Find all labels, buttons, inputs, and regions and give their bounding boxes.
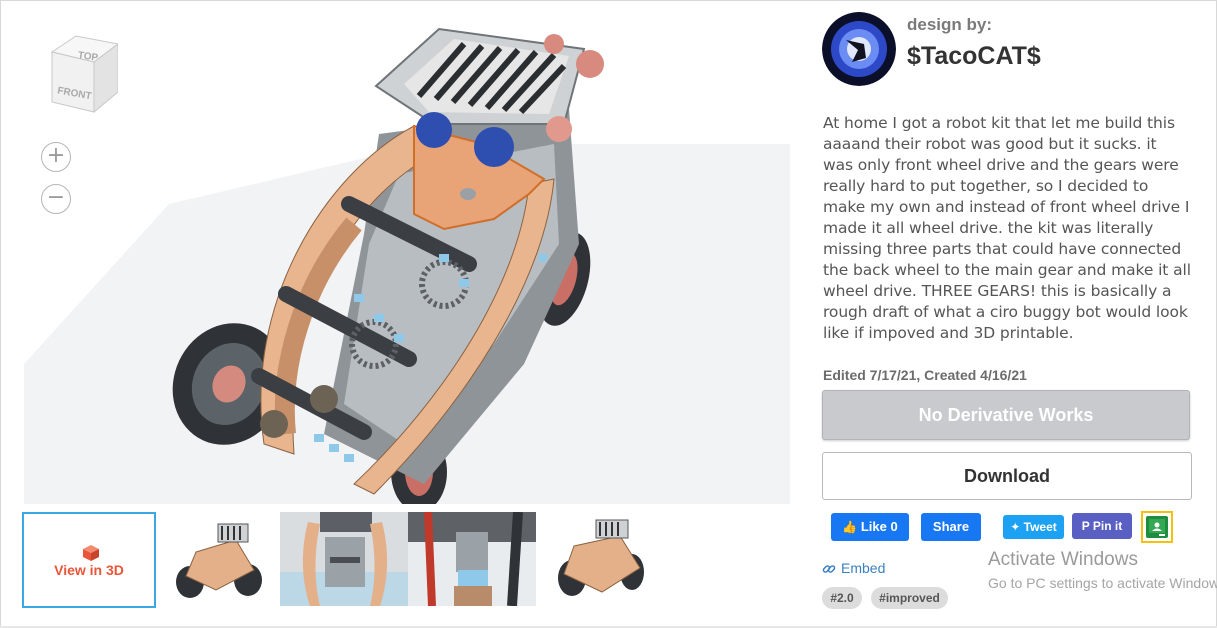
activate-windows-watermark-subtitle: Go to PC settings to activate Windows. bbox=[988, 575, 1217, 591]
cube-icon bbox=[83, 545, 99, 561]
minus-icon: − bbox=[46, 185, 66, 210]
tweet-label: Tweet bbox=[1023, 520, 1057, 534]
view-in-3d-label: View in 3D bbox=[54, 562, 124, 578]
facebook-like-label: Like 0 bbox=[860, 519, 898, 534]
design-by-label: design by: bbox=[907, 15, 993, 34]
pin-it-button[interactable]: P Pin it bbox=[1072, 513, 1132, 539]
view-in-3d-thumbnail[interactable]: View in 3D bbox=[22, 512, 156, 608]
author-avatar[interactable] bbox=[822, 12, 896, 86]
edit-dates: Edited 7/17/21, Created 4/16/21 bbox=[823, 367, 1027, 383]
robot-buggy-model[interactable] bbox=[24, 14, 790, 504]
viewcube[interactable]: TOP FRONT bbox=[48, 34, 120, 119]
tag-pill[interactable]: #2.0 bbox=[822, 587, 862, 609]
facebook-like-button[interactable]: 👍 Like 0 bbox=[831, 513, 909, 541]
classroom-icon bbox=[1146, 516, 1168, 538]
link-icon bbox=[822, 565, 836, 574]
facebook-share-button[interactable]: Share bbox=[921, 513, 981, 541]
zoom-in-button[interactable]: + bbox=[41, 142, 71, 172]
tag-pill[interactable]: #improved bbox=[871, 587, 948, 609]
thumbnail-image[interactable] bbox=[156, 512, 282, 606]
embed-label: Embed bbox=[841, 560, 886, 576]
twitter-bird-icon: ✦ bbox=[1010, 520, 1021, 534]
pin-it-label: Pin it bbox=[1092, 519, 1123, 533]
embed-link[interactable]: Embed bbox=[822, 560, 885, 576]
license-button[interactable]: No Derivative Works bbox=[822, 390, 1190, 440]
plus-icon: + bbox=[46, 143, 66, 168]
tweet-button[interactable]: ✦ Tweet bbox=[1003, 515, 1064, 539]
zoom-out-button[interactable]: − bbox=[41, 184, 71, 214]
google-classroom-button[interactable] bbox=[1141, 511, 1173, 543]
thumbs-up-icon: 👍 bbox=[842, 520, 858, 534]
design-description: At home I got a robot kit that let me bu… bbox=[823, 114, 1191, 342]
model-viewer[interactable]: TOP FRONT + − bbox=[24, 14, 790, 504]
author-name-link[interactable]: $TacoCAT$ bbox=[907, 42, 1041, 71]
thumbnail-image[interactable] bbox=[280, 512, 410, 606]
pinterest-icon: P bbox=[1081, 519, 1090, 533]
download-button[interactable]: Download bbox=[822, 452, 1192, 500]
thumbnail-image[interactable] bbox=[408, 512, 536, 606]
activate-windows-watermark-title: Activate Windows bbox=[988, 549, 1138, 570]
facebook-share-label: Share bbox=[932, 519, 970, 534]
thumbnail-image[interactable] bbox=[536, 512, 664, 606]
